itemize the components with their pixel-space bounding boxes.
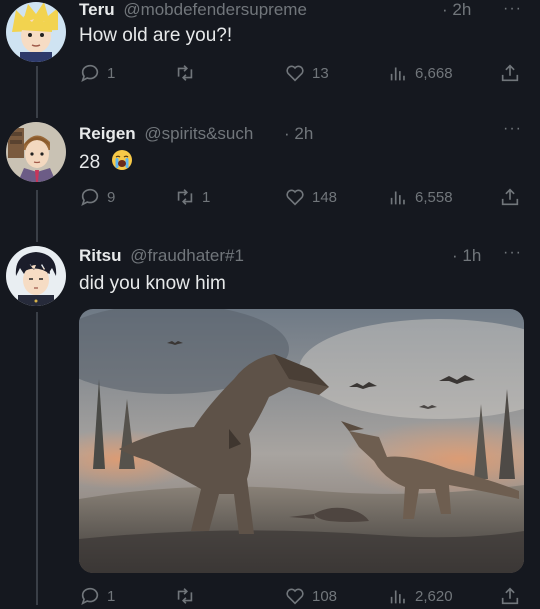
avatar[interactable] (6, 122, 66, 182)
reply-icon (81, 64, 99, 82)
like-button[interactable]: 148 (284, 186, 337, 208)
like-count: 148 (312, 188, 338, 206)
tweet-text: How old are you?! (79, 25, 233, 46)
reply-button[interactable]: 1 (79, 585, 115, 607)
reply-button[interactable]: 1 (79, 62, 115, 84)
more-icon[interactable]: ··· (503, 120, 522, 138)
views-button[interactable]: 6,668 (387, 62, 453, 84)
like-icon (286, 189, 304, 206)
retweet-icon (177, 588, 193, 604)
views-icon (390, 191, 405, 205)
like-count: 108 (312, 587, 338, 605)
tweet-header: Teru @mobdefendersupreme (79, 0, 307, 20)
tweet[interactable]: Teru @mobdefendersupreme · 2h ··· How ol… (0, 0, 540, 100)
views-icon (390, 67, 405, 81)
views-count: 6,558 (415, 188, 453, 206)
share-button[interactable] (499, 585, 527, 607)
display-name[interactable]: Reigen (79, 124, 136, 143)
avatar[interactable] (6, 246, 66, 306)
user-handle[interactable]: @spirits&such (144, 124, 253, 143)
user-handle[interactable]: @mobdefendersupreme (123, 0, 307, 19)
tweet-header: Reigen @spirits&such (79, 124, 253, 144)
reply-button[interactable]: 9 (79, 186, 115, 208)
views-button[interactable]: 2,620 (387, 585, 453, 607)
share-icon (501, 188, 519, 206)
tweet-text-content: 28 (79, 152, 101, 174)
retweet-button[interactable]: 1 (174, 186, 210, 208)
more-icon[interactable]: ··· (503, 0, 522, 18)
like-icon (286, 65, 304, 82)
more-icon[interactable]: ··· (503, 244, 522, 262)
tweet[interactable]: Reigen @spirits&such · 2h ··· 28 9 1 148… (0, 118, 540, 228)
display-name[interactable]: Teru (79, 0, 115, 19)
reply-icon (81, 587, 99, 605)
retweet-button[interactable] (174, 585, 202, 607)
views-button[interactable]: 6,558 (387, 186, 453, 208)
share-button[interactable] (499, 186, 527, 208)
reply-icon (81, 188, 99, 206)
like-icon (286, 588, 304, 605)
timestamp[interactable]: · 2h (284, 124, 313, 144)
reply-count: 9 (107, 188, 116, 206)
tweet-text: did you know him (79, 273, 226, 294)
share-button[interactable] (499, 62, 527, 84)
like-button[interactable]: 13 (284, 62, 329, 84)
action-bar: 1 108 2,620 (79, 585, 529, 609)
tweet-header: Ritsu @fraudhater#1 (79, 246, 244, 266)
reply-count: 1 (107, 587, 116, 605)
action-bar: 1 13 6,668 (79, 62, 529, 86)
user-handle[interactable]: @fraudhater#1 (130, 246, 244, 265)
retweet-button[interactable] (174, 62, 202, 84)
timestamp[interactable]: · 1h (452, 246, 481, 266)
reply-count: 1 (107, 64, 116, 82)
views-count: 6,668 (415, 64, 453, 82)
action-bar: 9 1 148 6,558 (79, 186, 529, 210)
retweet-icon (177, 189, 193, 205)
tweet-text: 28 (79, 149, 133, 177)
views-count: 2,620 (415, 587, 453, 605)
views-icon (390, 590, 405, 604)
like-count: 13 (312, 64, 329, 82)
share-icon (501, 587, 519, 605)
loudly-crying-face-icon (111, 149, 133, 177)
retweet-icon (177, 65, 193, 81)
retweet-count: 1 (202, 188, 211, 206)
avatar[interactable] (6, 2, 66, 62)
dinosaur-illustration (79, 309, 524, 573)
display-name[interactable]: Ritsu (79, 246, 122, 265)
share-icon (501, 64, 519, 82)
like-button[interactable]: 108 (284, 585, 337, 607)
timestamp[interactable]: · 2h (442, 0, 471, 20)
tweet-image[interactable] (79, 309, 524, 573)
